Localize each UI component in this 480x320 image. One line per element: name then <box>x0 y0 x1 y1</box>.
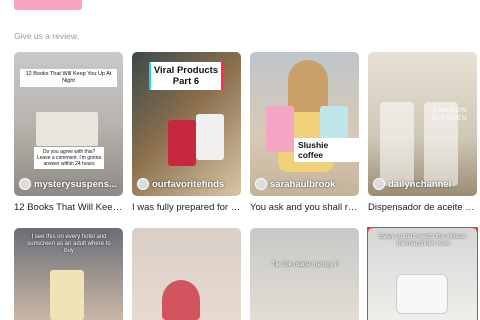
thumbnail-overlay-text: Tik Tok made me buy it <box>271 261 339 268</box>
video-card[interactable]: 12 Books That Will Keep You Up At Night … <box>14 52 123 213</box>
product-graphic <box>50 270 84 320</box>
creator-handle: dailynchannel <box>373 178 451 190</box>
top-button[interactable] <box>14 0 82 10</box>
avatar <box>137 178 149 190</box>
thumbnail-overlay-text: Every student needs this inkless-thermal… <box>379 234 467 247</box>
avatar <box>255 178 267 190</box>
book-stack-graphic <box>36 112 98 146</box>
video-card[interactable]: Tik Tok made me buy it <box>250 228 359 320</box>
video-caption[interactable]: Dispensador de aceite de oliva <box>368 202 477 213</box>
product-graphic <box>168 120 196 166</box>
review-link[interactable]: Give us a review. <box>14 31 79 41</box>
video-card[interactable]: Viral Products Part 6 ourfavoritefinds I… <box>132 52 241 213</box>
video-card[interactable]: I see this on every hotel and sunscreen … <box>14 228 123 320</box>
bottle-graphic <box>380 102 414 186</box>
video-caption[interactable]: I was fully prepared for this... <box>132 202 241 213</box>
creator-handle: sarahaulbrook <box>255 178 335 190</box>
thumbnail-overlay-title: Viral Products Part 6 <box>149 62 223 90</box>
video-card-selected[interactable]: Every student needs this inkless-thermal… <box>367 227 478 320</box>
thumbnail-overlay-text: Do you agree with this? Leave a comment.… <box>34 147 104 169</box>
video-thumbnail[interactable]: Viral Products Part 6 ourfavoritefinds <box>132 52 241 196</box>
video-grid-row-1: 12 Books That Will Keep You Up At Night … <box>14 52 477 213</box>
creator-handle: ourfavoritefinds <box>137 178 224 190</box>
video-thumbnail[interactable]: Tik Tok made me buy it <box>250 228 359 320</box>
product-graphic <box>162 280 200 320</box>
creator-handle: mysterysuspens... <box>19 178 117 190</box>
avatar <box>373 178 385 190</box>
video-thumbnail[interactable] <box>132 228 241 320</box>
thumbnail-overlay-text: 12 Books That Will Keep You Up At Night <box>20 69 117 87</box>
video-grid-row-2: I see this on every hotel and sunscreen … <box>14 227 478 320</box>
cup-graphic <box>266 106 294 152</box>
video-caption[interactable]: You ask and you shall receive <box>250 202 359 213</box>
video-card[interactable] <box>132 228 241 320</box>
video-card[interactable]: Slushie coffee sarahaulbrook You ask and… <box>250 52 359 213</box>
video-thumbnail[interactable]: AMAZON KITCHEN dailynchannel <box>368 52 477 196</box>
thumbnail-overlay-text: I see this on every hotel and sunscreen … <box>27 234 111 254</box>
video-thumbnail[interactable]: Every student needs this inkless-thermal… <box>368 228 477 320</box>
video-thumbnail[interactable]: I see this on every hotel and sunscreen … <box>14 228 123 320</box>
avatar <box>19 178 31 190</box>
printer-graphic <box>396 274 448 314</box>
thumbnail-brand-text: AMAZON KITCHEN <box>432 107 468 122</box>
thumbnail-overlay-label: Slushie coffee <box>294 138 359 162</box>
product-graphic <box>196 114 224 160</box>
video-thumbnail[interactable]: Slushie coffee sarahaulbrook <box>250 52 359 196</box>
video-thumbnail[interactable]: 12 Books That Will Keep You Up At Night … <box>14 52 123 196</box>
video-caption[interactable]: 12 Books That Will Keep You Up At Night <box>14 202 123 213</box>
video-card[interactable]: AMAZON KITCHEN dailynchannel Dispensador… <box>368 52 477 213</box>
